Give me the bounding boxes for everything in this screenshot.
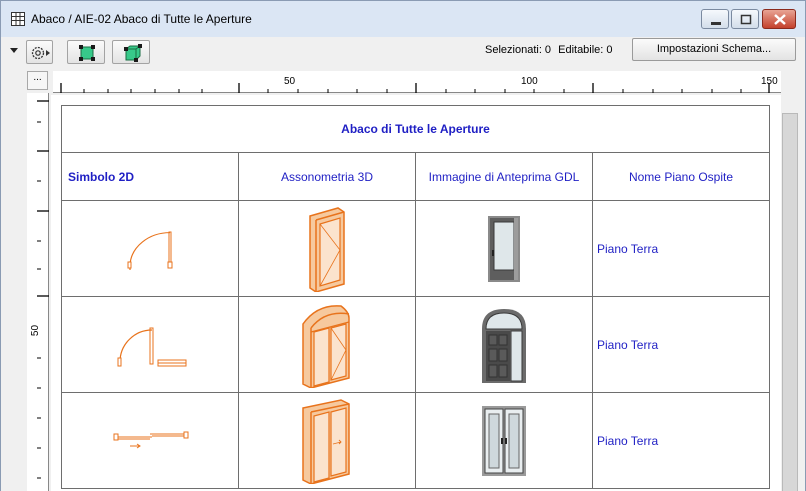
toolbar-dropdown-arrow-icon[interactable] xyxy=(9,46,19,56)
ruler-options-button[interactable]: ... xyxy=(27,71,48,90)
host-story-cell[interactable]: Piano Terra xyxy=(592,296,770,393)
schedule-title-row: Abaco di Tutte le Aperture xyxy=(61,105,770,153)
axonometry-3d-cell[interactable] xyxy=(238,296,416,393)
column-header-gdl-preview[interactable]: Immagine di Anteprima GDL xyxy=(415,152,593,201)
host-story-cell[interactable]: Piano Terra xyxy=(592,392,770,489)
arched-double-door-3d-icon xyxy=(302,304,350,388)
h-ruler-mark-50: 50 xyxy=(284,76,296,87)
double-door-preview-icon xyxy=(482,405,526,476)
symbol-2d-cell[interactable] xyxy=(61,392,239,489)
host-story-cell[interactable]: Piano Terra xyxy=(592,200,770,297)
maximize-button[interactable] xyxy=(731,9,759,29)
schedule-window: Abaco / AIE-02 Abaco di Tutte le Apertur… xyxy=(0,0,806,491)
schedule-table: Abaco di Tutte le Aperture Simbolo 2D As… xyxy=(61,105,770,489)
vertical-ruler-ticks xyxy=(37,93,49,491)
selected-count: Selezionati: 0 xyxy=(485,44,552,56)
horizontal-ruler-ticks xyxy=(53,83,781,93)
scrollbar-thumb[interactable] xyxy=(782,113,798,491)
minimize-icon xyxy=(711,22,721,25)
horizontal-ruler[interactable]: 50 100 150 xyxy=(53,71,781,93)
select-in-3d-button[interactable] xyxy=(112,40,150,64)
column-header-axonometry-3d[interactable]: Assonometria 3D xyxy=(238,152,416,201)
gdl-preview-cell[interactable] xyxy=(415,392,593,489)
vertical-ruler[interactable]: 50 xyxy=(27,93,49,491)
select-box-icon xyxy=(79,45,95,61)
window-title: Abaco / AIE-02 Abaco di Tutte le Apertur… xyxy=(31,12,252,26)
axonometry-3d-cell[interactable] xyxy=(238,392,416,489)
select-3d-box-icon xyxy=(124,44,142,62)
single-door-3d-icon xyxy=(309,206,345,292)
settings-menu-button[interactable] xyxy=(26,40,53,64)
single-door-swing-icon xyxy=(127,231,173,270)
close-button[interactable] xyxy=(762,9,796,29)
table-row[interactable]: Piano Terra xyxy=(61,200,770,297)
h-ruler-mark-150: 150 xyxy=(761,76,778,87)
gdl-preview-cell[interactable] xyxy=(415,296,593,393)
arched-door-swing-icon xyxy=(117,327,187,366)
close-icon xyxy=(774,14,786,25)
schedule-header-row: Simbolo 2D Assonometria 3D Immagine di A… xyxy=(61,152,770,201)
select-elements-button[interactable] xyxy=(67,40,105,64)
column-header-host-story[interactable]: Nome Piano Ospite xyxy=(592,152,770,201)
minimize-button[interactable] xyxy=(701,9,729,29)
title-bar[interactable]: Abaco / AIE-02 Abaco di Tutte le Apertur… xyxy=(1,1,805,37)
table-row[interactable]: Piano Terra xyxy=(61,296,770,393)
column-header-symbol-2d[interactable]: Simbolo 2D xyxy=(61,152,239,201)
arched-door-preview-icon xyxy=(482,308,526,383)
symbol-2d-cell[interactable] xyxy=(61,296,239,393)
symbol-2d-cell[interactable] xyxy=(61,200,239,297)
vertical-scrollbar[interactable] xyxy=(781,95,799,491)
schedule-icon xyxy=(11,12,25,26)
editable-count: Editabile: 0 xyxy=(558,44,613,56)
restore-icon xyxy=(740,14,752,25)
sliding-door-icon xyxy=(113,431,189,448)
single-door-preview-icon xyxy=(488,215,520,282)
table-row[interactable]: Piano Terra xyxy=(61,392,770,489)
double-door-3d-icon xyxy=(302,398,350,484)
schema-settings-button[interactable]: Impostazioni Schema... xyxy=(632,38,796,61)
v-ruler-mark-50: 50 xyxy=(30,324,42,337)
gdl-preview-cell[interactable] xyxy=(415,200,593,297)
axonometry-3d-cell[interactable] xyxy=(238,200,416,297)
schedule-title[interactable]: Abaco di Tutte le Aperture xyxy=(61,105,770,153)
selection-status: Selezionati: 0 Editabile: 0 xyxy=(485,44,617,56)
h-ruler-mark-100: 100 xyxy=(521,76,538,87)
toolbar: Selezionati: 0 Editabile: 0 Impostazioni… xyxy=(1,37,805,67)
gear-icon xyxy=(31,46,50,60)
